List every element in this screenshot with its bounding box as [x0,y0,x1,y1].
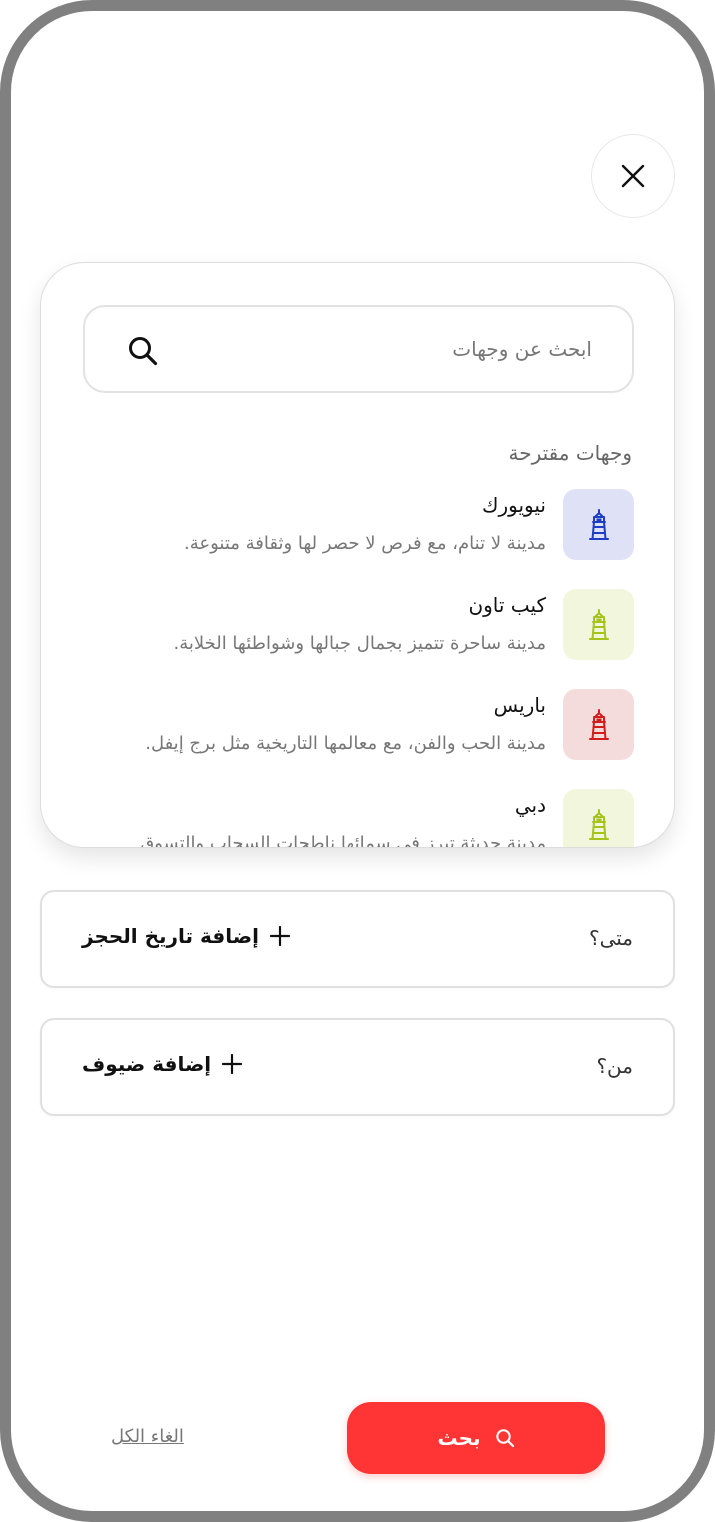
destination-item[interactable]: نيويورك مدينة لا تنام، مع فرص لا حصر لها… [41,489,674,589]
add-date-button[interactable]: إضافة تاريخ الحجز [82,924,291,948]
destination-name: دبي [514,793,546,817]
destination-panel: وجهات مقترحة نيويورك مدينة لا تنام، مع ف… [40,262,675,848]
add-guests-label: إضافة ضيوف [82,1052,212,1076]
phone-frame: وجهات مقترحة نيويورك مدينة لا تنام، مع ف… [0,0,715,1522]
lighthouse-icon [588,508,609,540]
when-label: متى؟ [588,926,633,950]
destination-name: نيويورك [482,493,546,517]
suggested-list: نيويورك مدينة لا تنام، مع فرص لا حصر لها… [41,489,674,848]
destination-description: مدينة لا تنام، مع فرص لا حصر لها وثقافة … [183,533,546,554]
destination-description: مدينة ساحرة تتميز بجمال جبالها وشواطئها … [173,633,546,654]
search-button-label: بحث [437,1426,481,1450]
who-row[interactable]: من؟ إضافة ضيوف [40,1018,675,1116]
lighthouse-icon [588,808,609,840]
destination-name: باريس [493,693,546,717]
destination-name: كيب تاون [468,593,546,617]
search-input[interactable] [192,307,592,391]
add-date-label: إضافة تاريخ الحجز [82,924,259,948]
plus-icon [222,1053,243,1075]
destination-description: مدينة حديثة تبرز في سمائها ناطحات السحاب… [140,833,546,848]
destination-thumbnail [563,489,634,560]
destination-item[interactable]: باريس مدينة الحب والفن، مع معالمها التار… [41,689,674,789]
destination-thumbnail [563,789,634,847]
close-icon [621,164,645,188]
close-button[interactable] [591,134,675,218]
clear-all-link[interactable]: الغاء الكل [111,1426,184,1447]
destination-description: مدينة الحب والفن، مع معالمها التاريخية م… [145,733,546,754]
lighthouse-icon [588,708,609,740]
suggested-title: وجهات مقترحة [508,441,632,465]
destination-thumbnail [563,589,634,660]
destination-item[interactable]: كيب تاون مدينة ساحرة تتميز بجمال جبالها … [41,589,674,689]
lighthouse-icon [588,608,609,640]
search-button[interactable]: بحث [347,1402,605,1474]
who-label: من؟ [596,1054,633,1078]
destination-item[interactable]: دبي مدينة حديثة تبرز في سمائها ناطحات ال… [41,789,674,848]
when-row[interactable]: متى؟ إضافة تاريخ الحجز [40,890,675,988]
destination-thumbnail [563,689,634,760]
search-box[interactable] [83,305,634,393]
add-guests-button[interactable]: إضافة ضيوف [82,1052,243,1076]
plus-icon [269,925,291,947]
search-icon [495,1429,514,1448]
search-icon[interactable] [127,335,159,367]
